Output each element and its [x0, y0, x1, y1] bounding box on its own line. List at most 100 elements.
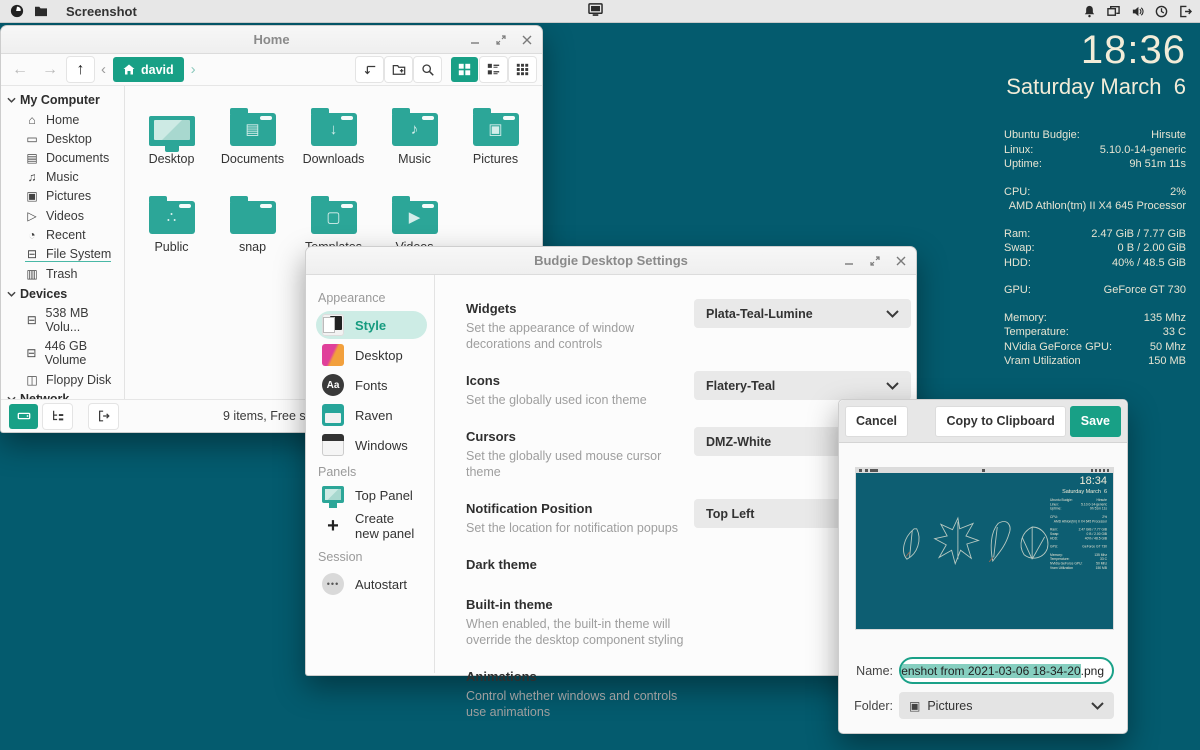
sidebar-item[interactable]: ▤Documents: [1, 148, 124, 167]
settings-item-desktop[interactable]: Desktop: [316, 341, 427, 369]
volume-icon[interactable]: [1131, 5, 1144, 18]
back-button[interactable]: ←: [7, 61, 33, 79]
sidebar-item[interactable]: ⊟446 GB Volume: [1, 337, 124, 370]
minimize-button[interactable]: [842, 254, 856, 268]
sidebar-item[interactable]: ◔Recent: [1, 225, 124, 244]
sidebar-item[interactable]: ◫Floppy Disk: [1, 370, 124, 389]
breadcrumb-home-segment[interactable]: david: [113, 57, 184, 82]
videos-icon: ▷: [25, 209, 39, 223]
settings-item-create-panel[interactable]: + Create new panel: [316, 508, 427, 544]
minimize-button[interactable]: [468, 33, 482, 47]
conky-cpu-group: CPU:2%: [1004, 185, 1186, 200]
breadcrumb-left-chevron-icon[interactable]: ‹: [98, 61, 109, 78]
breadcrumb-right-chevron-icon[interactable]: ›: [188, 61, 199, 78]
sidebar-item[interactable]: ⊟File System: [1, 244, 124, 264]
folder-item[interactable]: ∴ Public: [131, 184, 212, 272]
workspace-switcher-icon[interactable]: [1107, 5, 1120, 18]
show-treeview-button[interactable]: [43, 404, 72, 429]
setting-title: Notification Position: [466, 501, 694, 516]
settings-item-style[interactable]: Style: [316, 311, 427, 339]
file-system-icon: ⊟: [25, 247, 39, 261]
budgie-menu-icon[interactable]: [10, 4, 24, 18]
folder-icon: ♪: [392, 113, 438, 146]
screenshot-tray-icon[interactable]: [588, 3, 603, 17]
trash-icon: ▥: [25, 267, 39, 281]
fonts-icon: Aa: [322, 374, 344, 396]
conky-row: NVidia GeForce GPU:50 Mhz: [1004, 340, 1186, 355]
fm-titlebar[interactable]: Home: [1, 26, 542, 54]
cancel-button[interactable]: Cancel: [845, 406, 908, 437]
sidebar-section-devices[interactable]: Devices: [1, 284, 124, 304]
folder-item[interactable]: ▣ Pictures: [455, 96, 536, 184]
raven-icon: [322, 404, 344, 426]
search-button[interactable]: [414, 57, 441, 82]
list-view-button[interactable]: [480, 57, 507, 82]
setting-title: Dark theme: [466, 557, 694, 572]
folder-item[interactable]: snap: [212, 184, 293, 272]
clock-time: 18:36: [1006, 28, 1186, 72]
setting-dropdown[interactable]: Flatery-Teal: [694, 371, 911, 400]
toggle-location-entry-button[interactable]: [356, 57, 383, 82]
close-button[interactable]: [894, 254, 908, 268]
dialog-header: Cancel Copy to Clipboard Save: [839, 400, 1127, 443]
filename-selected-text: Screenshot from 2021-03-06 18-34-20: [899, 664, 1081, 678]
folder-item[interactable]: ▤ Documents: [212, 96, 293, 184]
folder-icon: ∴: [149, 201, 195, 234]
chevron-expanded-icon: [7, 97, 16, 103]
forward-button[interactable]: →: [37, 61, 63, 79]
settings-item-fonts[interactable]: Aa Fonts: [316, 371, 427, 399]
preview-panel-strip: [856, 468, 1113, 473]
desktop-clock: 18:36 Saturday March 6: [1006, 28, 1186, 100]
settings-item-raven[interactable]: Raven: [316, 401, 427, 429]
setting-description: Set the location for notification popups: [466, 520, 694, 536]
sidebar-item[interactable]: ▷Videos: [1, 206, 124, 225]
section-session: Session: [318, 550, 427, 564]
icon-view-button[interactable]: [451, 57, 478, 82]
filename-input[interactable]: Screenshot from 2021-03-06 18-34-20.png: [899, 657, 1114, 684]
settings-window-title: Budgie Desktop Settings: [534, 253, 688, 268]
maximize-button[interactable]: [868, 254, 882, 268]
conky-row: CPU:2%: [1004, 185, 1186, 200]
settings-titlebar[interactable]: Budgie Desktop Settings: [306, 247, 916, 275]
sidebar-item[interactable]: ⌂Home: [1, 110, 124, 129]
sidebar-item[interactable]: ▥Trash: [1, 265, 124, 284]
up-button[interactable]: ↑: [67, 57, 94, 82]
copy-to-clipboard-button[interactable]: Copy to Clipboard: [935, 406, 1065, 437]
setting-dropdown[interactable]: Plata-Teal-Lumine: [694, 299, 911, 328]
sidebar-section-my-computer[interactable]: My Computer: [1, 90, 124, 110]
maximize-button[interactable]: [494, 33, 508, 47]
show-places-button[interactable]: [9, 404, 38, 429]
compact-view-button[interactable]: [509, 57, 536, 82]
sidebar-item[interactable]: ⊟538 MB Volu...: [1, 304, 124, 337]
treeview-icon: [51, 409, 65, 423]
volume-icon: ⊟: [25, 346, 38, 360]
leaves-wallpaper: [889, 511, 1059, 577]
save-button[interactable]: Save: [1070, 406, 1121, 437]
sidebar-item[interactable]: ▣Pictures: [1, 187, 124, 206]
folder-item[interactable]: ♪ Music: [374, 96, 455, 184]
conky-row: Linux:5.10.0-14-generic: [1004, 143, 1186, 158]
windows-icon: [322, 434, 344, 456]
active-app-title[interactable]: Screenshot: [66, 4, 137, 19]
settings-item-windows[interactable]: Windows: [316, 431, 427, 459]
new-folder-button[interactable]: [385, 57, 412, 82]
logout-icon[interactable]: [1179, 5, 1192, 18]
notifications-bell-icon[interactable]: [1083, 5, 1096, 18]
night-light-clock-icon[interactable]: [1155, 5, 1168, 18]
folder-select[interactable]: ▣ Pictures: [899, 692, 1114, 719]
folder-item[interactable]: ↓ Downloads: [293, 96, 374, 184]
settings-item-top-panel[interactable]: Top Panel: [316, 485, 427, 506]
folder-item[interactable]: Desktop: [131, 96, 212, 184]
sidebar-item[interactable]: ♫Music: [1, 168, 124, 187]
folder-icon: [230, 201, 276, 234]
conky-row: HDD:40% / 48.5 GiB: [1004, 256, 1186, 271]
sidebar-item[interactable]: ▭Desktop: [1, 129, 124, 148]
places-folder-icon[interactable]: [34, 5, 48, 17]
conky-row: Memory:135 Mhz: [1004, 311, 1186, 326]
sidebar-section-network[interactable]: Network: [1, 389, 124, 399]
clock-date: Saturday March 6: [1006, 74, 1186, 100]
hide-sidepane-button[interactable]: [89, 404, 118, 429]
settings-item-autostart[interactable]: ••• Autostart: [316, 570, 427, 598]
close-button[interactable]: [520, 33, 534, 47]
top-panel-icon: [322, 486, 344, 503]
